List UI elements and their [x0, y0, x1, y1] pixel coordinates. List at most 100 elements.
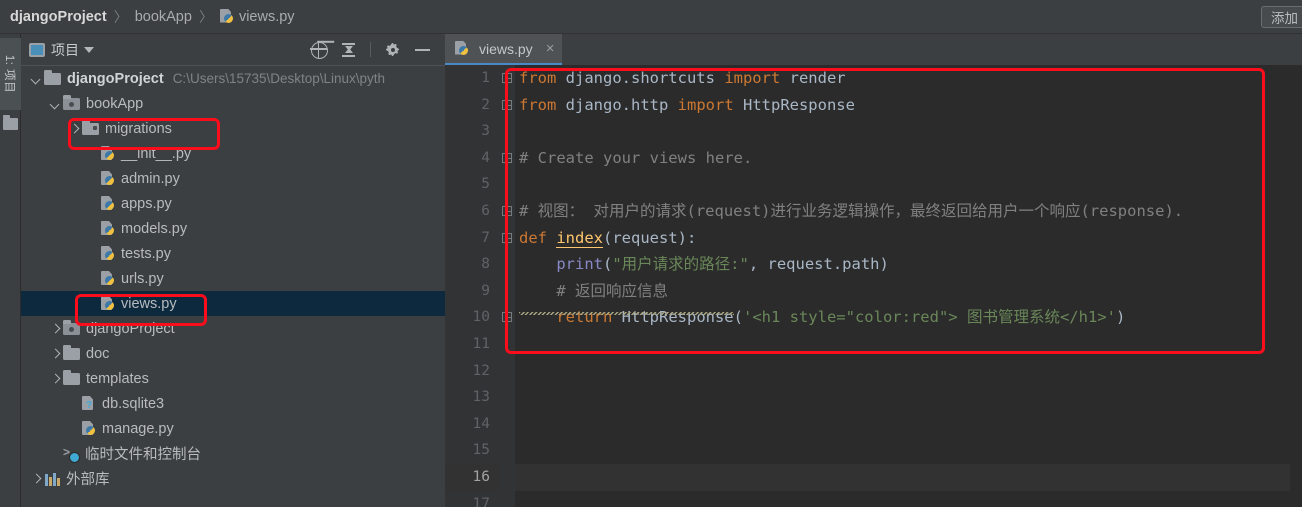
- tree-row[interactable]: manage.py: [21, 416, 445, 441]
- tree-row[interactable]: djangoProject C:\Users\15735\Desktop\Linu…: [21, 66, 445, 91]
- tree-arrow-placeholder: [86, 247, 99, 260]
- chevron-right-icon[interactable]: [48, 322, 61, 335]
- tree-arrow-placeholder: [48, 447, 61, 460]
- tree-row[interactable]: models.py: [21, 216, 445, 241]
- line-number: 9: [481, 282, 490, 299]
- chevron-right-icon[interactable]: [48, 372, 61, 385]
- tree-row[interactable]: 外部库: [21, 466, 445, 491]
- line-number: 14: [472, 415, 490, 432]
- code-token: print: [556, 255, 603, 274]
- line-number: 3: [481, 123, 490, 140]
- tree-row[interactable]: migrations: [21, 116, 445, 141]
- rail-tab-project[interactable]: 1: 项目: [0, 38, 21, 110]
- tree-row-label: doc: [86, 345, 110, 362]
- inspection-squiggle: [519, 312, 734, 315]
- tree-row[interactable]: templates: [21, 366, 445, 391]
- module-folder-icon: [63, 95, 80, 111]
- minimize-icon[interactable]: [414, 41, 431, 58]
- code-editor[interactable]: 1 2 3 4 5 6 7 8 9 10 11 12 13 14 15 16 17 from django.sh…: [445, 65, 1302, 507]
- tree-row[interactable]: views.py: [21, 291, 445, 316]
- breadcrumb-item-project[interactable]: djangoProject: [10, 9, 107, 25]
- chevron-down-icon[interactable]: [48, 97, 61, 110]
- add-button[interactable]: 添加: [1261, 6, 1302, 28]
- tree-row[interactable]: apps.py: [21, 191, 445, 216]
- tree-arrow-placeholder: [86, 272, 99, 285]
- python-file-icon: [101, 220, 116, 237]
- module-folder-icon: [63, 320, 80, 336]
- add-button-label: 添加: [1271, 11, 1298, 26]
- tab-views-py[interactable]: views.py ×: [445, 34, 563, 65]
- tree-row-label: djangoProject: [86, 320, 175, 337]
- breadcrumb-item-file[interactable]: views.py: [220, 9, 295, 25]
- editor-tabbar: views.py ×: [445, 34, 1302, 65]
- code-token: # 返回响应信息: [556, 281, 668, 300]
- tree-row[interactable]: urls.py: [21, 266, 445, 291]
- code-token: (: [603, 255, 613, 274]
- line-number: 16: [445, 463, 499, 491]
- code-token: ): [1115, 308, 1126, 327]
- tree-row-label: views.py: [121, 295, 177, 312]
- code-token: from: [519, 69, 557, 87]
- project-tool-window: 项目 djangoProject C:\Users\15735\Desktop\L…: [21, 34, 445, 507]
- code-token: def: [519, 228, 547, 247]
- tree-row[interactable]: __init__.py: [21, 141, 445, 166]
- tree-row[interactable]: db.sqlite3: [21, 391, 445, 416]
- chevron-right-icon[interactable]: [48, 347, 61, 360]
- tree-row-label: manage.py: [102, 420, 174, 437]
- tree-row-label: apps.py: [121, 195, 172, 212]
- fold-slot: [499, 437, 515, 464]
- tree-row[interactable]: djangoProject: [21, 316, 445, 341]
- library-icon: [44, 471, 61, 486]
- unknown-file-icon: [82, 395, 97, 412]
- toolbar-divider: [370, 42, 371, 57]
- tree-row[interactable]: doc: [21, 341, 445, 366]
- folder-icon: [63, 345, 80, 361]
- code-content[interactable]: from django.shortcuts import render from …: [515, 65, 1302, 507]
- gear-icon[interactable]: [384, 41, 401, 58]
- tree-row-path: C:\Users\15735\Desktop\Linux\pyth: [172, 71, 386, 86]
- line-number: 8: [481, 256, 490, 273]
- chevron-right-icon[interactable]: [29, 472, 42, 485]
- code-token: import: [677, 95, 734, 114]
- python-file-icon: [101, 295, 116, 312]
- fold-toggle-icon[interactable]: [502, 152, 512, 163]
- left-tool-rail: 1: 项目: [0, 34, 21, 507]
- chevron-down-icon[interactable]: [29, 72, 42, 85]
- folder-icon: [44, 70, 61, 86]
- collapse-all-icon[interactable]: [340, 41, 357, 58]
- code-token: '<h1 style="color:red"> 图书管理系统</h1>': [742, 308, 1116, 327]
- tree-row[interactable]: 临时文件和控制台: [21, 441, 445, 466]
- code-token: "用户请求的路径:": [612, 255, 749, 274]
- project-tree[interactable]: djangoProject C:\Users\15735\Desktop\Linu…: [21, 65, 445, 507]
- chevron-down-icon[interactable]: [84, 46, 94, 53]
- tree-arrow-placeholder: [86, 197, 99, 210]
- line-number-gutter: 1 2 3 4 5 6 7 8 9 10 11 12 13 14 15 16 17: [445, 65, 499, 507]
- code-line: return HttpResponse('<h1 style="color:re…: [515, 304, 1302, 331]
- code-token: # 视图： 对用户的请求(request)进行业务逻辑操作，最终返回给用户一个响…: [519, 201, 1184, 220]
- tree-row-label: templates: [86, 370, 149, 387]
- tree-row-label: 外部库: [66, 472, 110, 488]
- fold-slot: [499, 358, 515, 385]
- tree-row[interactable]: tests.py: [21, 241, 445, 266]
- tree-row[interactable]: bookApp: [21, 91, 445, 116]
- fold-toggle-icon[interactable]: [502, 73, 512, 83]
- folder-icon[interactable]: [3, 115, 18, 130]
- chevron-right-icon[interactable]: [67, 122, 80, 135]
- editor-scrollbar[interactable]: [1290, 65, 1302, 507]
- code-token: from: [519, 95, 557, 114]
- fold-region-bar: [506, 85, 508, 125]
- code-folding-column[interactable]: [499, 65, 515, 507]
- close-icon[interactable]: ×: [546, 41, 555, 56]
- locate-icon[interactable]: [310, 41, 328, 59]
- breadcrumb-label: views.py: [238, 8, 295, 25]
- tree-row[interactable]: admin.py: [21, 166, 445, 191]
- tree-row-label: bookApp: [86, 95, 144, 112]
- breadcrumb-item-app[interactable]: bookApp: [135, 9, 192, 25]
- python-file-icon: [101, 245, 116, 262]
- line-number: 2: [481, 96, 490, 113]
